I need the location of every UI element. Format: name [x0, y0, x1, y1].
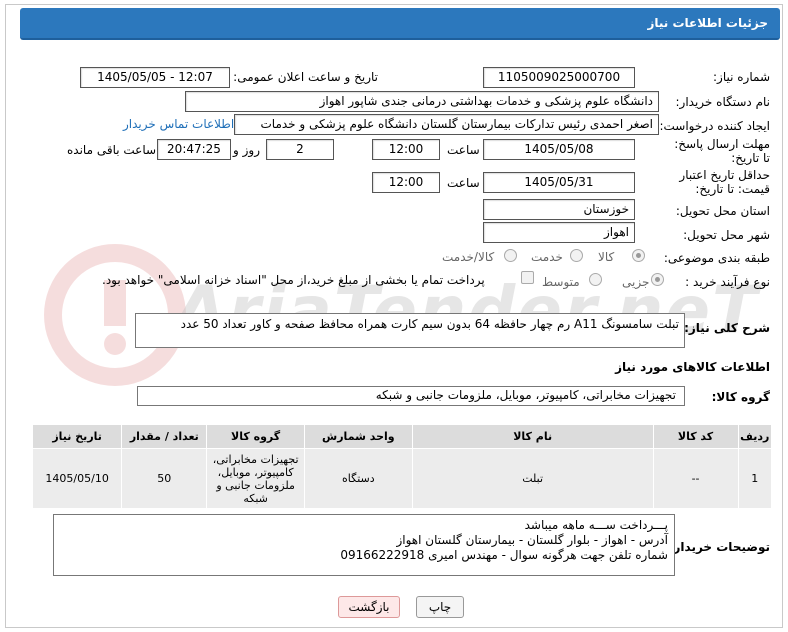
cell-unit: دستگاه: [303, 448, 413, 509]
goods-group-field: تجهیزات مخابراتی، کامپیوتر، موبایل، ملزو…: [137, 386, 685, 406]
items-table: ردیف کد کالا نام کالا واحد شمارش گروه کا…: [31, 424, 773, 509]
category-option-goods: کالا: [598, 250, 615, 264]
category-radio-goods-service[interactable]: [504, 249, 517, 262]
city-field: اهواز: [483, 222, 635, 243]
print-button[interactable]: چاپ: [416, 596, 464, 618]
process-radio-minor[interactable]: [651, 273, 664, 286]
remaining-time-field: 20:47:25: [157, 139, 231, 160]
treasury-payment-checkbox[interactable]: [521, 271, 534, 284]
reply-time-label: ساعت: [447, 143, 480, 157]
col-header-name: نام کالا: [411, 424, 654, 449]
requester-label: ایجاد کننده درخواست:: [659, 119, 770, 133]
buyer-notes-line-3: شماره تلفن جهت هرگونه سوال - مهندس امیری…: [340, 548, 668, 562]
process-option-minor: جزیی: [622, 275, 650, 289]
days-field: 2: [266, 139, 334, 160]
price-time-field: 12:00: [372, 172, 440, 193]
province-label: استان محل تحویل:: [675, 204, 770, 218]
cell-group: تجهیزات مخابراتی، کامپیوتر، موبایل، ملزو…: [206, 448, 305, 509]
reply-date-field: 1405/05/08: [483, 139, 635, 160]
requester-field: اصغر احمدی رئیس تدارکات بیمارستان گلستان…: [234, 114, 659, 135]
announce-field: 1405/05/05 - 12:07: [80, 67, 230, 88]
back-button[interactable]: بازگشت: [338, 596, 400, 618]
buyer-label: نام دستگاه خریدار:: [675, 95, 771, 109]
process-option-medium: متوسط: [542, 275, 580, 289]
need-number-field: 1105009025000700: [483, 67, 635, 88]
cell-row-number: 1: [737, 448, 773, 509]
contact-info-link[interactable]: اطلاعات تماس خریدار: [123, 117, 234, 131]
col-header-row-number: ردیف: [737, 424, 773, 449]
col-header-quantity: تعداد / مقدار: [121, 424, 208, 449]
table-row[interactable]: 1 -- تبلت دستگاه تجهیزات مخابراتی، کامپی…: [31, 448, 773, 509]
description-textarea[interactable]: تبلت سامسونگ A11 رم چهار حافظه 64 بدون س…: [135, 313, 685, 348]
buyer-notes-textarea[interactable]: پـــرداخت ســـه ماهه میباشد آدرس - اهواز…: [53, 514, 675, 576]
remaining-label: ساعت باقی مانده: [67, 143, 157, 157]
reply-deadline-label: مهلت ارسال پاسخ: تا تاریخ:: [674, 137, 770, 165]
cell-name: تبلت: [411, 448, 654, 509]
col-header-date: تاریخ نیاز: [31, 424, 123, 449]
description-label: شرح کلی نیاز:: [684, 321, 770, 335]
category-option-goods-service: کالا/خدمت: [442, 250, 495, 264]
need-number-label: شماره نیاز:: [713, 70, 770, 84]
price-date-field: 1405/05/31: [483, 172, 635, 193]
buyer-field: دانشگاه علوم پزشکی و خدمات بهداشتی درمان…: [185, 91, 659, 112]
goods-group-label: گروه کالا:: [711, 390, 770, 404]
category-option-service: خدمت: [531, 250, 563, 264]
col-header-code: کد کالا: [652, 424, 739, 449]
goods-section-title: اطلاعات کالاهای مورد نیاز: [615, 360, 770, 374]
price-validity-label: حداقل تاریخ اعتبار قیمت: تا تاریخ:: [679, 168, 770, 196]
col-header-group: گروه کالا: [206, 424, 305, 449]
col-header-unit: واحد شمارش: [303, 424, 413, 449]
category-radio-goods[interactable]: [632, 249, 645, 262]
province-field: خوزستان: [483, 199, 635, 220]
table-header-row: ردیف کد کالا نام کالا واحد شمارش گروه کا…: [31, 424, 773, 449]
header-bar: جزئیات اطلاعات نیاز: [20, 8, 780, 40]
process-radio-medium[interactable]: [589, 273, 602, 286]
city-label: شهر محل تحویل:: [683, 228, 770, 242]
process-label: نوع فرآیند خرید :: [685, 275, 770, 289]
reply-time-field: 12:00: [372, 139, 440, 160]
treasury-payment-note: پرداخت تمام یا بخشی از مبلغ خرید،از محل …: [102, 273, 485, 287]
price-time-label: ساعت: [447, 176, 480, 190]
cell-code: --: [652, 448, 739, 509]
buyer-notes-line-1: پـــرداخت ســـه ماهه میباشد: [524, 518, 668, 532]
buyer-notes-label: توضیحات خریدار:: [668, 540, 770, 554]
cell-quantity: 50: [121, 448, 208, 509]
buyer-notes-line-2: آدرس - اهواز - بلوار گلستان - بیمارستان …: [396, 533, 668, 547]
category-label: طبقه بندی موضوعی:: [663, 251, 770, 265]
category-radio-service[interactable]: [570, 249, 583, 262]
cell-date: 1405/05/10: [31, 448, 123, 509]
days-label: روز و: [233, 143, 260, 157]
page-title: جزئیات اطلاعات نیاز: [647, 16, 768, 30]
announce-label: تاریخ و ساعت اعلان عمومی:: [233, 70, 378, 84]
